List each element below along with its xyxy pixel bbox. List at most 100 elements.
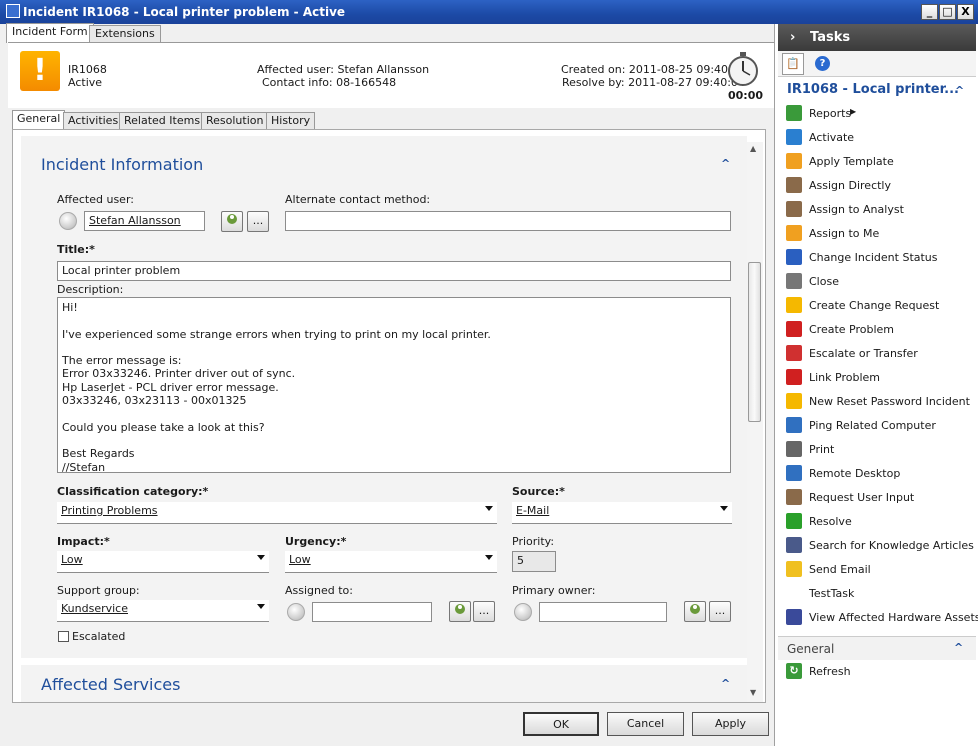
task-refresh-label: Refresh [809,665,851,678]
collapse-chevron-icon[interactable]: ^ [721,157,730,170]
task-create-change-request[interactable]: Create Change Request [786,296,971,316]
task-search-for-knowledge-articles[interactable]: Search for Knowledge Articles [786,536,974,556]
task-group-title: IR1068 - Local printer... [787,82,959,97]
tab-extensions[interactable]: Extensions [89,25,161,42]
task-view-affected-hardware-assets[interactable]: View Affected Hardware Assets [786,608,978,628]
reports-icon [786,105,802,121]
tab-incident-form[interactable]: Incident Form [6,23,94,43]
task-create-problem[interactable]: Create Problem [786,320,971,340]
task-close[interactable]: Close [786,272,971,292]
header-resolve-by: Resolve by: 2011-08-27 09:40:04 [562,76,745,89]
classification-dropdown[interactable]: Printing Problems [57,502,497,524]
task-send-email[interactable]: Send Email [786,560,971,580]
task-activate[interactable]: Activate [786,128,971,148]
assigned-to-label: Assigned to: [285,584,353,597]
task-label: Request User Input [809,491,915,504]
task-new-reset-password-incident[interactable]: New Reset Password Incident [786,392,971,412]
chevron-down-icon [257,604,265,609]
task-link-problem[interactable]: Link Problem [786,368,971,388]
task-assign-directly[interactable]: Assign Directly [786,176,971,196]
task-label: View Affected Hardware Assets [809,611,978,624]
priority-label: Priority: [512,535,555,548]
task-change-incident-status[interactable]: Change Incident Status [786,248,971,268]
vertical-scrollbar[interactable]: ▲ ▼ [747,142,763,702]
help-icon[interactable]: ? [815,56,830,71]
task-reports[interactable]: Reports ▶ [786,104,971,124]
tasks-expand-icon[interactable]: › [790,30,795,45]
ok-button[interactable]: OK [523,712,599,736]
close-window-button[interactable]: X [957,4,974,20]
collapse-chevron-icon[interactable]: ^ [955,84,964,97]
primary-owner-label: Primary owner: [512,584,596,597]
scroll-down-icon: ▼ [750,688,757,697]
title-field[interactable]: Local printer problem [57,261,731,281]
resolve-icon [786,513,802,529]
support-group-dropdown[interactable]: Kundservice [57,600,269,622]
collapse-chevron-icon[interactable]: ^ [721,677,730,690]
cancel-button[interactable]: Cancel [607,712,684,736]
task-label: Activate [809,131,855,144]
task-label: Assign to Me [809,227,880,240]
tasks-header: › Tasks [778,24,976,51]
task-apply-template[interactable]: Apply Template [786,152,971,172]
task-assign-to-analyst[interactable]: Assign to Analyst [786,200,971,220]
task-testtask[interactable]: TestTask [786,584,971,604]
task-label: Apply Template [809,155,894,168]
user-status-icon [59,212,77,230]
header-affected-user: Affected user: Stefan Allansson [257,63,430,76]
description-field[interactable]: Hi! I've experienced some strange errors… [57,297,731,473]
email-icon [786,561,802,577]
task-refresh[interactable]: ↻ Refresh [786,662,971,682]
tab-resolution[interactable]: Resolution [201,112,269,129]
user-lookup-icon [455,604,465,614]
tasks-toolbar: 📋 ? [778,51,976,77]
chevron-down-icon [720,506,728,511]
incident-id: IR1068 [68,63,107,76]
task-ping-related-computer[interactable]: Ping Related Computer [786,416,971,436]
task-escalate-or-transfer[interactable]: Escalate or Transfer [786,344,971,364]
task-print[interactable]: Print [786,440,971,460]
incident-warning-icon: ! [20,51,60,91]
scroll-thumb[interactable] [748,262,761,422]
task-assign-to-me[interactable]: Assign to Me [786,224,971,244]
tab-history[interactable]: History [266,112,316,129]
user-browse-button[interactable]: ... [247,211,269,232]
minimize-button[interactable]: _ [921,4,938,20]
user-lookup-icon [227,214,237,224]
impact-dropdown[interactable]: Low [57,551,269,573]
owner-browse-button[interactable]: ... [709,601,731,622]
urgency-dropdown[interactable]: Low [285,551,497,573]
description-label: Description: [57,283,124,296]
task-remote-desktop[interactable]: Remote Desktop [786,464,971,484]
task-label: New Reset Password Incident [809,395,970,408]
escalated-checkbox[interactable] [58,631,69,642]
assigned-lookup-button[interactable] [449,601,471,622]
apply-button[interactable]: Apply [692,712,769,736]
assigned-browse-button[interactable]: ... [473,601,495,622]
priority-field: 5 [512,551,556,572]
status-icon [786,249,802,265]
source-dropdown[interactable]: E-Mail [512,502,732,524]
owner-lookup-button[interactable] [684,601,706,622]
primary-owner-field[interactable] [539,602,667,622]
collapse-chevron-icon[interactable]: ^ [954,641,963,654]
assigned-to-field[interactable] [312,602,432,622]
request-input-icon [786,489,802,505]
sla-timer: 00:00 [728,89,764,102]
assign-me-icon [786,225,802,241]
user-lookup-button[interactable] [221,211,243,232]
ping-icon [786,417,802,433]
affected-user-field[interactable]: Stefan Allansson [84,211,205,231]
maximize-button[interactable]: □ [939,4,956,20]
alt-contact-field[interactable] [285,211,731,231]
tasks-clipboard-icon[interactable]: 📋 [782,53,804,75]
classification-label: Classification category:* [57,485,209,498]
task-resolve[interactable]: Resolve [786,512,971,532]
task-request-user-input[interactable]: Request User Input [786,488,971,508]
affected-user-label: Affected user: [57,193,134,206]
chevron-down-icon [485,506,493,511]
tab-related-items[interactable]: Related Items [119,112,206,129]
tab-general[interactable]: General [12,110,66,130]
tab-activities[interactable]: Activities [63,112,124,129]
header-contact-info: Contact info: 08-166548 [262,76,397,89]
